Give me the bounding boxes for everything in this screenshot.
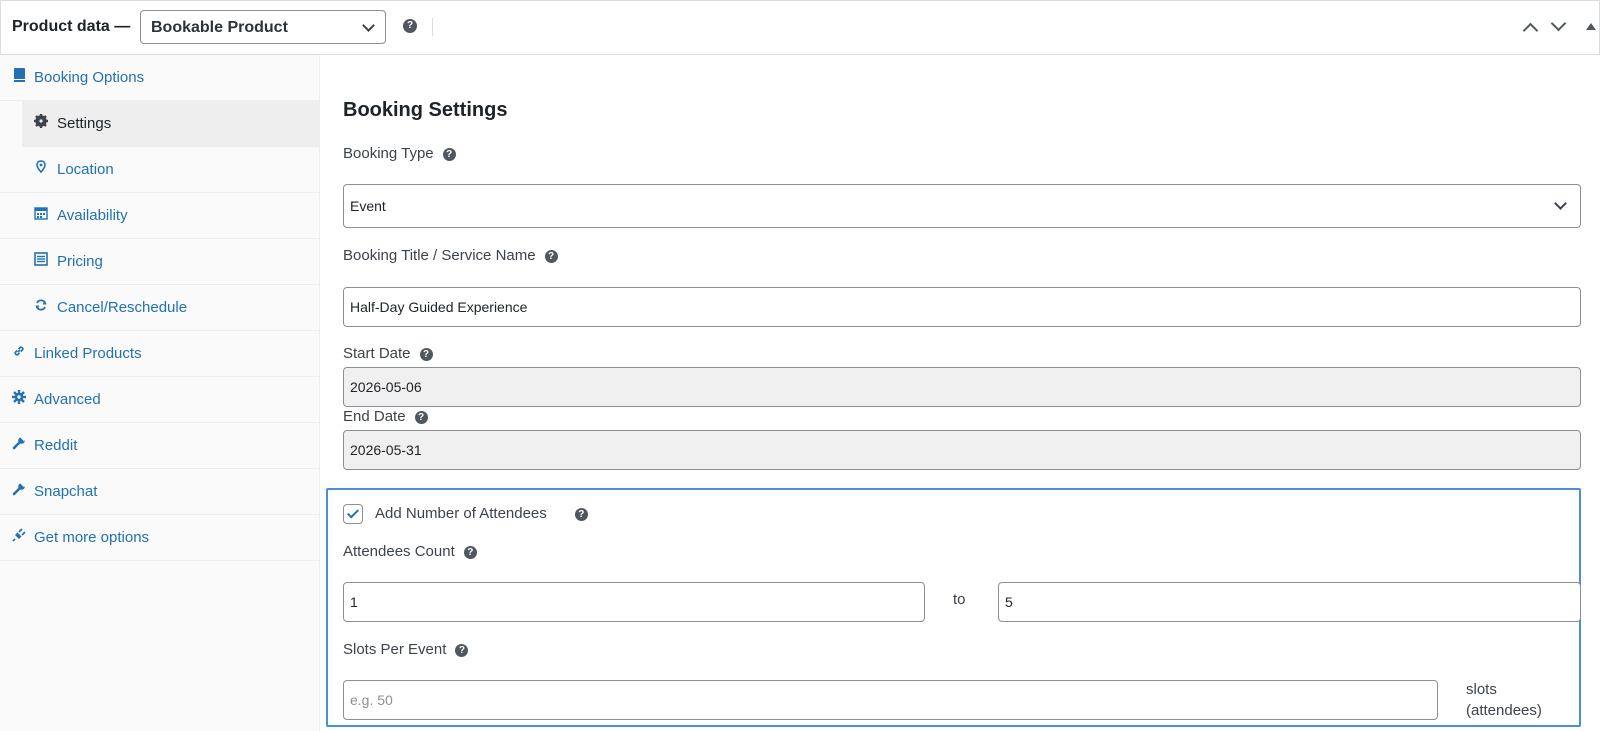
booking-title-value: Half-Day Guided Experience	[350, 299, 528, 315]
gear-icon	[34, 114, 48, 128]
wrench-icon	[12, 434, 27, 450]
help-icon[interactable]: ?	[574, 507, 588, 521]
start-date-value: 2026-05-06	[350, 379, 422, 395]
end-date-field[interactable]: 2026-05-31	[343, 430, 1581, 470]
end-date-value: 2026-05-31	[350, 442, 422, 458]
sidebar-item-label: Availability	[57, 207, 128, 224]
attendees-min-value: 1	[350, 594, 358, 610]
sidebar-item-availability[interactable]: Availability	[0, 193, 320, 239]
booking-title-label: Booking Title / Service Name?	[343, 247, 558, 264]
product-data-tabs: Booking Options Settings Location Availa…	[0, 55, 320, 731]
range-to-label: to	[953, 591, 966, 608]
start-date-label: Start Date?	[343, 345, 433, 362]
sidebar-item-linked-products[interactable]: Linked Products	[0, 331, 320, 377]
start-date-field[interactable]: 2026-05-06	[343, 367, 1581, 407]
move-up-icon[interactable]	[1522, 22, 1539, 39]
sidebar-item-label: Get more options	[34, 529, 150, 546]
product-type-value: Bookable Product	[151, 19, 288, 36]
attendees-min-input[interactable]: 1	[343, 582, 925, 622]
help-icon[interactable]: ?	[455, 643, 469, 657]
sidebar-item-location[interactable]: Location	[0, 147, 320, 193]
booking-type-value: Event	[350, 198, 386, 214]
product-type-select[interactable]: Bookable Product	[140, 10, 386, 44]
sidebar-item-cancel-reschedule[interactable]: Cancel/Reschedule	[0, 285, 320, 331]
sidebar-item-pricing[interactable]: Pricing	[0, 239, 320, 285]
section-title: Booking Settings	[343, 99, 508, 121]
end-date-label: End Date?	[343, 408, 428, 425]
slots-per-event-input[interactable]: e.g. 50	[343, 680, 1438, 720]
sidebar-item-advanced[interactable]: Advanced	[0, 377, 320, 423]
sidebar-item-snapchat[interactable]: Snapchat	[0, 469, 320, 515]
slots-placeholder: e.g. 50	[350, 692, 393, 708]
calendar-icon	[34, 206, 48, 220]
booking-title-input[interactable]: Half-Day Guided Experience	[343, 287, 1581, 327]
collapse-toggle-icon[interactable]	[1586, 23, 1596, 30]
attendees-count-label: Attendees Count?	[343, 543, 477, 560]
sidebar-item-label: Location	[57, 161, 114, 178]
slots-suffix-label: slots (attendees)	[1466, 681, 1542, 719]
link-icon	[12, 344, 26, 358]
refresh-icon	[34, 298, 48, 312]
help-icon[interactable]: ?	[442, 147, 456, 161]
help-icon[interactable]: ?	[544, 249, 558, 263]
chevron-down-icon	[1554, 197, 1567, 210]
book-icon	[12, 68, 26, 82]
chevron-down-icon	[362, 19, 375, 32]
slots-per-event-label: Slots Per Event?	[343, 641, 469, 658]
sidebar-item-label: Snapchat	[34, 483, 98, 500]
sidebar-item-label: Advanced	[34, 391, 101, 408]
gear-icon	[12, 390, 26, 404]
help-icon[interactable]: ?	[403, 19, 417, 33]
attendees-max-value: 5	[1005, 594, 1013, 610]
sidebar-item-label: Settings	[57, 115, 112, 132]
add-attendees-checkbox[interactable]	[343, 504, 363, 524]
help-icon[interactable]: ?	[463, 545, 477, 559]
help-icon[interactable]: ?	[414, 410, 428, 424]
wrench-icon	[12, 480, 27, 496]
list-icon	[34, 252, 48, 266]
add-attendees-label: Add Number of Attendees?	[375, 505, 588, 522]
booking-type-label: Booking Type?	[343, 145, 456, 162]
product-data-header: Product data — Bookable Product ?	[0, 0, 1600, 55]
sidebar-item-label: Cancel/Reschedule	[57, 299, 188, 316]
booking-type-select[interactable]: Event	[343, 184, 1581, 228]
plugin-icon	[12, 528, 26, 542]
sidebar-item-label: Booking Options	[34, 69, 145, 86]
attendees-max-input[interactable]: 5	[998, 582, 1581, 622]
location-pin-icon	[34, 160, 48, 174]
sidebar-item-booking-options[interactable]: Booking Options	[0, 55, 320, 101]
move-down-icon[interactable]	[1550, 15, 1567, 32]
sidebar-item-reddit[interactable]: Reddit	[0, 423, 320, 469]
sidebar-item-get-more-options[interactable]: Get more options	[0, 515, 320, 561]
sidebar-item-settings[interactable]: Settings	[22, 101, 320, 147]
help-icon[interactable]: ?	[419, 347, 433, 361]
sidebar-item-label: Reddit	[34, 437, 78, 454]
sidebar-item-label: Pricing	[57, 253, 103, 270]
sidebar-item-label: Linked Products	[34, 345, 142, 362]
checkmark-icon	[346, 506, 360, 519]
panel-title: Product data —	[12, 18, 131, 35]
divider	[432, 18, 433, 36]
